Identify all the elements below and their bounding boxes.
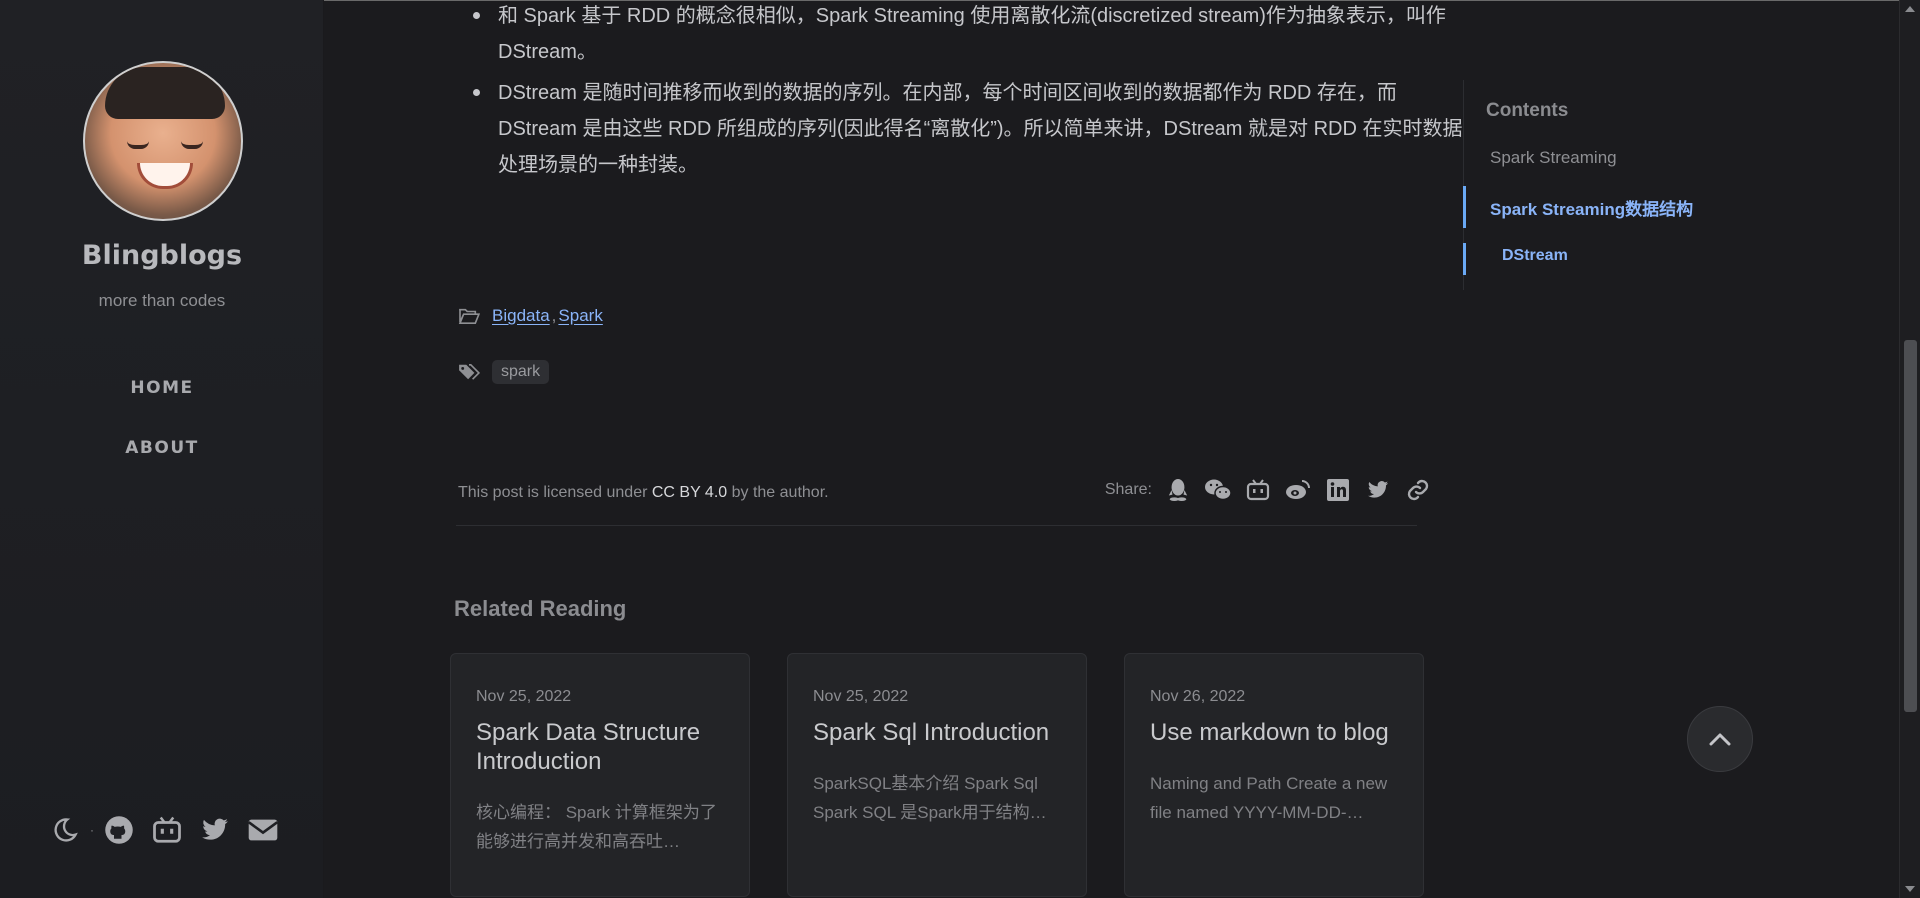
card-excerpt: 核心编程： Spark 计算框架为了能够进行高并发和高吞吐… [476,803,717,851]
category-separator: , [551,306,557,325]
avatar-hair [105,67,225,119]
card-title[interactable]: Use markdown to blog [1150,718,1410,747]
scroll-thumb[interactable] [1904,340,1917,712]
sidebar-bottom-bar: · [48,812,280,848]
twitter-icon[interactable] [198,813,232,847]
tag-spark[interactable]: spark [492,360,550,384]
table-of-contents: Contents Spark Streaming Spark Streaming… [1463,80,1743,290]
card-excerpt: SparkSQL基本介绍 Spark Sql Spark SQL 是Spark用… [813,774,1047,822]
related-card[interactable]: Nov 25, 2022 Spark Sql Introduction Spar… [787,653,1087,897]
card-date: Nov 25, 2022 [813,688,909,705]
card-date: Nov 26, 2022 [1150,688,1246,705]
scroll-up-arrow[interactable] [1905,6,1915,12]
bilibili-icon[interactable] [1244,476,1272,504]
scroll-down-arrow[interactable] [1905,886,1915,892]
license-text: This post is licensed under CC BY 4.0 by… [458,484,829,502]
avatar-left-eye [127,141,149,149]
toc-item-dstream[interactable]: DStream [1502,247,1568,265]
avatar-right-eye [181,141,203,149]
sidebar: Blingblogs more than codes HOME ABOUT · [0,0,324,898]
license-link[interactable]: CC BY 4.0 [652,484,727,501]
card-excerpt: Naming and Path Create a new file named … [1150,774,1388,822]
nav-home[interactable]: HOME [0,378,324,398]
avatar[interactable] [83,61,243,221]
github-icon[interactable] [102,813,136,847]
email-icon[interactable] [246,813,280,847]
license-suffix: by the author. [727,484,829,501]
folder-open-icon [458,308,480,325]
post-categories: Bigdata , Spark [458,306,603,326]
toc-item-data-structure[interactable]: Spark Streaming数据结构 [1490,195,1693,220]
link-icon[interactable] [1404,476,1432,504]
toc-heading: Contents [1486,100,1569,121]
list-item: 和 Spark 基于 RDD 的概念很相似，Spark Streaming 使用… [473,0,1464,70]
post-tags: spark [458,360,550,384]
nav-about[interactable]: ABOUT [0,438,324,458]
bilibili-icon[interactable] [150,813,184,847]
related-card[interactable]: Nov 25, 2022 Spark Data Structure Introd… [450,653,750,897]
card-title[interactable]: Spark Sql Introduction [813,718,1073,747]
chevron-up-icon [1709,733,1731,746]
category-link-bigdata[interactable]: Bigdata [492,306,550,326]
site-subtitle: more than codes [98,291,226,310]
license-prefix: This post is licensed under [458,484,652,501]
toc-active-indicator [1463,243,1466,275]
weibo-icon[interactable] [1284,476,1312,504]
site-title[interactable]: Blingblogs [0,240,324,271]
card-title[interactable]: Spark Data Structure Introduction [476,718,736,776]
list-item: DStream 是随时间推移而收到的数据的序列。在内部，每个时间区间收到的数据都… [473,75,1464,183]
linkedin-icon[interactable] [1324,476,1352,504]
twitter-icon[interactable] [1364,476,1392,504]
share-bar: Share: [1105,476,1432,504]
moon-icon[interactable] [48,813,82,847]
back-to-top-button[interactable] [1687,706,1753,772]
card-date: Nov 25, 2022 [476,688,572,705]
qq-icon[interactable] [1164,476,1192,504]
toc-active-indicator [1463,186,1466,228]
scrollbar[interactable] [1899,0,1920,898]
toc-item-spark-streaming[interactable]: Spark Streaming [1490,148,1617,168]
tags-icon [459,363,480,380]
related-card[interactable]: Nov 26, 2022 Use markdown to blog Naming… [1124,653,1424,897]
share-label: Share: [1104,481,1152,498]
related-reading-title: Related Reading [454,596,627,621]
wechat-icon[interactable] [1204,476,1232,504]
category-link-spark[interactable]: Spark [558,306,602,326]
avatar-mouth [137,163,193,189]
separator-dot: · [90,823,94,837]
divider [456,525,1417,526]
